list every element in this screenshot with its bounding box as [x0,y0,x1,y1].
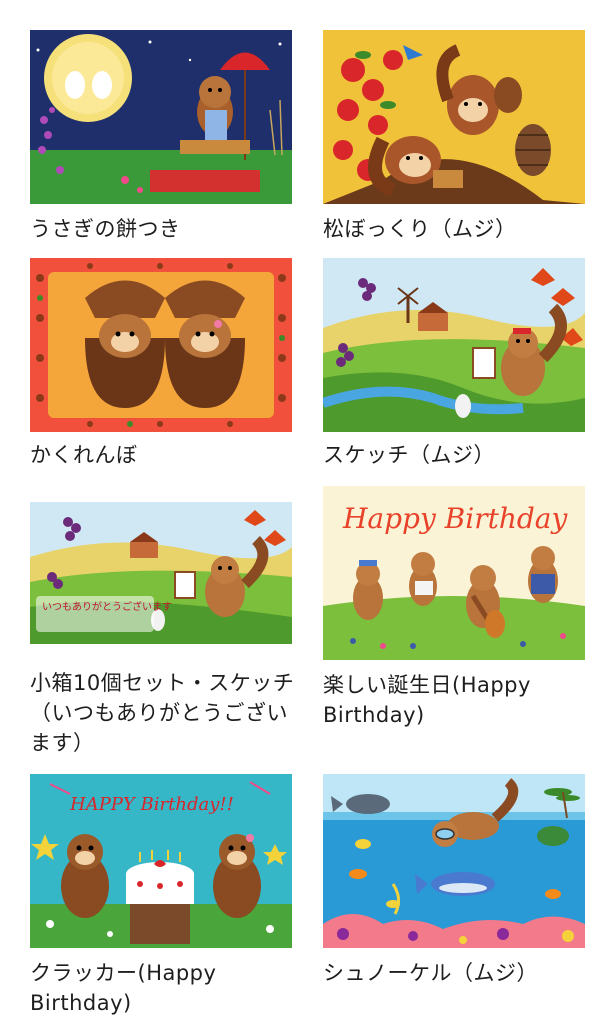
product-title[interactable]: シュノーケル（ムジ） [323,958,588,988]
product-title[interactable]: スケッチ（ムジ） [323,440,588,470]
product-card-sketch[interactable]: スケッチ（ムジ） [323,258,585,467]
product-title[interactable]: うさぎの餅つき [30,214,295,244]
product-card-snorkel[interactable]: シュノーケル（ムジ） [323,774,585,985]
product-thumbnail[interactable] [30,258,292,432]
product-card-cracker[interactable]: HAPPY Birthday!! クラッカー(Happy Birthday) [30,774,292,1015]
snorkel-underwater-illustration [323,774,585,948]
product-grid: うさぎの餅つき 松ぼっくり（ムジ） かくれんぼ スケッチ（ムジ） いつもありがと… [0,0,615,1024]
product-title[interactable]: 松ぼっくり（ムジ） [323,214,588,244]
pinecone-squirrels-illustration [323,30,585,204]
sketch-landscape-illustration [323,258,585,432]
birthday-band-illustration: Happy Birthday [323,486,585,660]
product-card-moon-rabbits[interactable]: うさぎの餅つき [30,30,292,241]
moon-rabbits-illustration [30,30,292,204]
product-thumbnail[interactable]: いつもありがとうございます [30,502,292,644]
birthday-cake-illustration: HAPPY Birthday!! [30,774,292,948]
product-title[interactable]: 小箱10個セット・スケッチ（いつもありがとうございます） [30,668,295,758]
happy-birthday-lettering: HAPPY Birthday!! [69,794,234,815]
product-title[interactable]: かくれんぼ [30,440,295,470]
sketch-thank-you-illustration: いつもありがとうございます [30,502,292,644]
product-title[interactable]: クラッカー(Happy Birthday) [30,958,295,1018]
thank-you-lettering: いつもありがとうございます [42,600,172,613]
product-thumbnail[interactable] [323,30,585,204]
product-thumbnail[interactable] [30,30,292,204]
product-card-sketch-box-set[interactable]: いつもありがとうございます 小箱10個セット・スケッチ（いつもありがとうございま… [30,502,294,755]
product-thumbnail[interactable]: HAPPY Birthday!! [30,774,292,948]
product-thumbnail[interactable] [323,774,585,948]
product-card-happy-birthday[interactable]: Happy Birthday 楽しい誕生日(Happy Birthday) [323,486,585,727]
product-thumbnail[interactable] [323,258,585,432]
product-thumbnail[interactable]: Happy Birthday [323,486,585,660]
acorn-hide-and-seek-illustration [30,258,292,432]
product-card-hide-and-seek[interactable]: かくれんぼ [30,258,292,467]
happy-birthday-lettering: Happy Birthday [342,502,568,535]
product-card-pinecone[interactable]: 松ぼっくり（ムジ） [323,30,585,241]
product-title[interactable]: 楽しい誕生日(Happy Birthday) [323,670,588,730]
